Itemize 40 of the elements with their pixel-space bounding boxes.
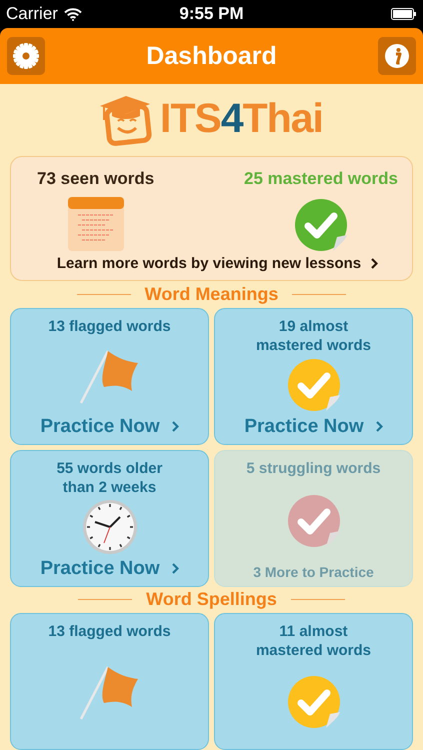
practice-card[interactable]: 55 words older than 2 weeks Practice Now — [10, 450, 209, 587]
notebook-icon — [68, 196, 124, 251]
nav-title: Dashboard — [146, 42, 277, 70]
clock-time: 9:55 PM — [179, 4, 244, 24]
card-title: 19 almost mastered words — [256, 316, 372, 355]
card-title: 13 flagged words — [48, 622, 171, 642]
card-title: 55 words older than 2 weeks — [56, 458, 162, 497]
logo-text: ITS4Thai — [160, 95, 323, 142]
wifi-icon — [64, 8, 82, 20]
settings-icon — [13, 43, 39, 69]
card-title: 11 almost mastered words — [256, 622, 372, 660]
practice-card[interactable]: 19 almost mastered words Practice Now — [214, 308, 413, 445]
card-note: 3 More to Practice — [253, 564, 374, 580]
section-heading: Word Spellings — [146, 589, 277, 610]
chevron-icon — [172, 563, 179, 574]
clock-icon — [82, 499, 138, 556]
chevron-icon — [172, 421, 179, 432]
section-heading: Word Meanings — [144, 284, 278, 305]
checkmark-icon — [286, 492, 342, 549]
info-button[interactable] — [378, 37, 416, 75]
chevron-icon — [371, 258, 378, 270]
practice-now-button[interactable]: Practice Now — [40, 416, 179, 438]
practice-now-button[interactable]: Practice Now — [40, 558, 179, 580]
practice-card[interactable]: 13 flagged words — [10, 613, 209, 750]
checkmark-icon — [286, 357, 342, 414]
checkmark-icon — [286, 674, 342, 730]
practice-card[interactable]: 11 almost mastered words — [214, 613, 413, 750]
settings-button[interactable] — [7, 37, 45, 75]
practice-card[interactable]: 13 flagged words Practice Now — [10, 308, 209, 445]
carrier-label: Carrier — [6, 4, 58, 24]
card-title: 13 flagged words — [48, 316, 171, 336]
checkmark-icon — [292, 196, 349, 253]
card-title: 5 struggling words — [246, 458, 381, 478]
lessons-link[interactable]: Learn more words by viewing new lessons — [37, 255, 398, 272]
seen-words-label: 73 seen words — [37, 168, 154, 189]
info-icon — [384, 43, 410, 69]
mastered-words-label: 25 mastered words — [244, 168, 398, 189]
chevron-icon — [376, 421, 383, 432]
practice-now-button[interactable]: Practice Now — [244, 416, 383, 438]
battery-icon — [391, 8, 417, 20]
